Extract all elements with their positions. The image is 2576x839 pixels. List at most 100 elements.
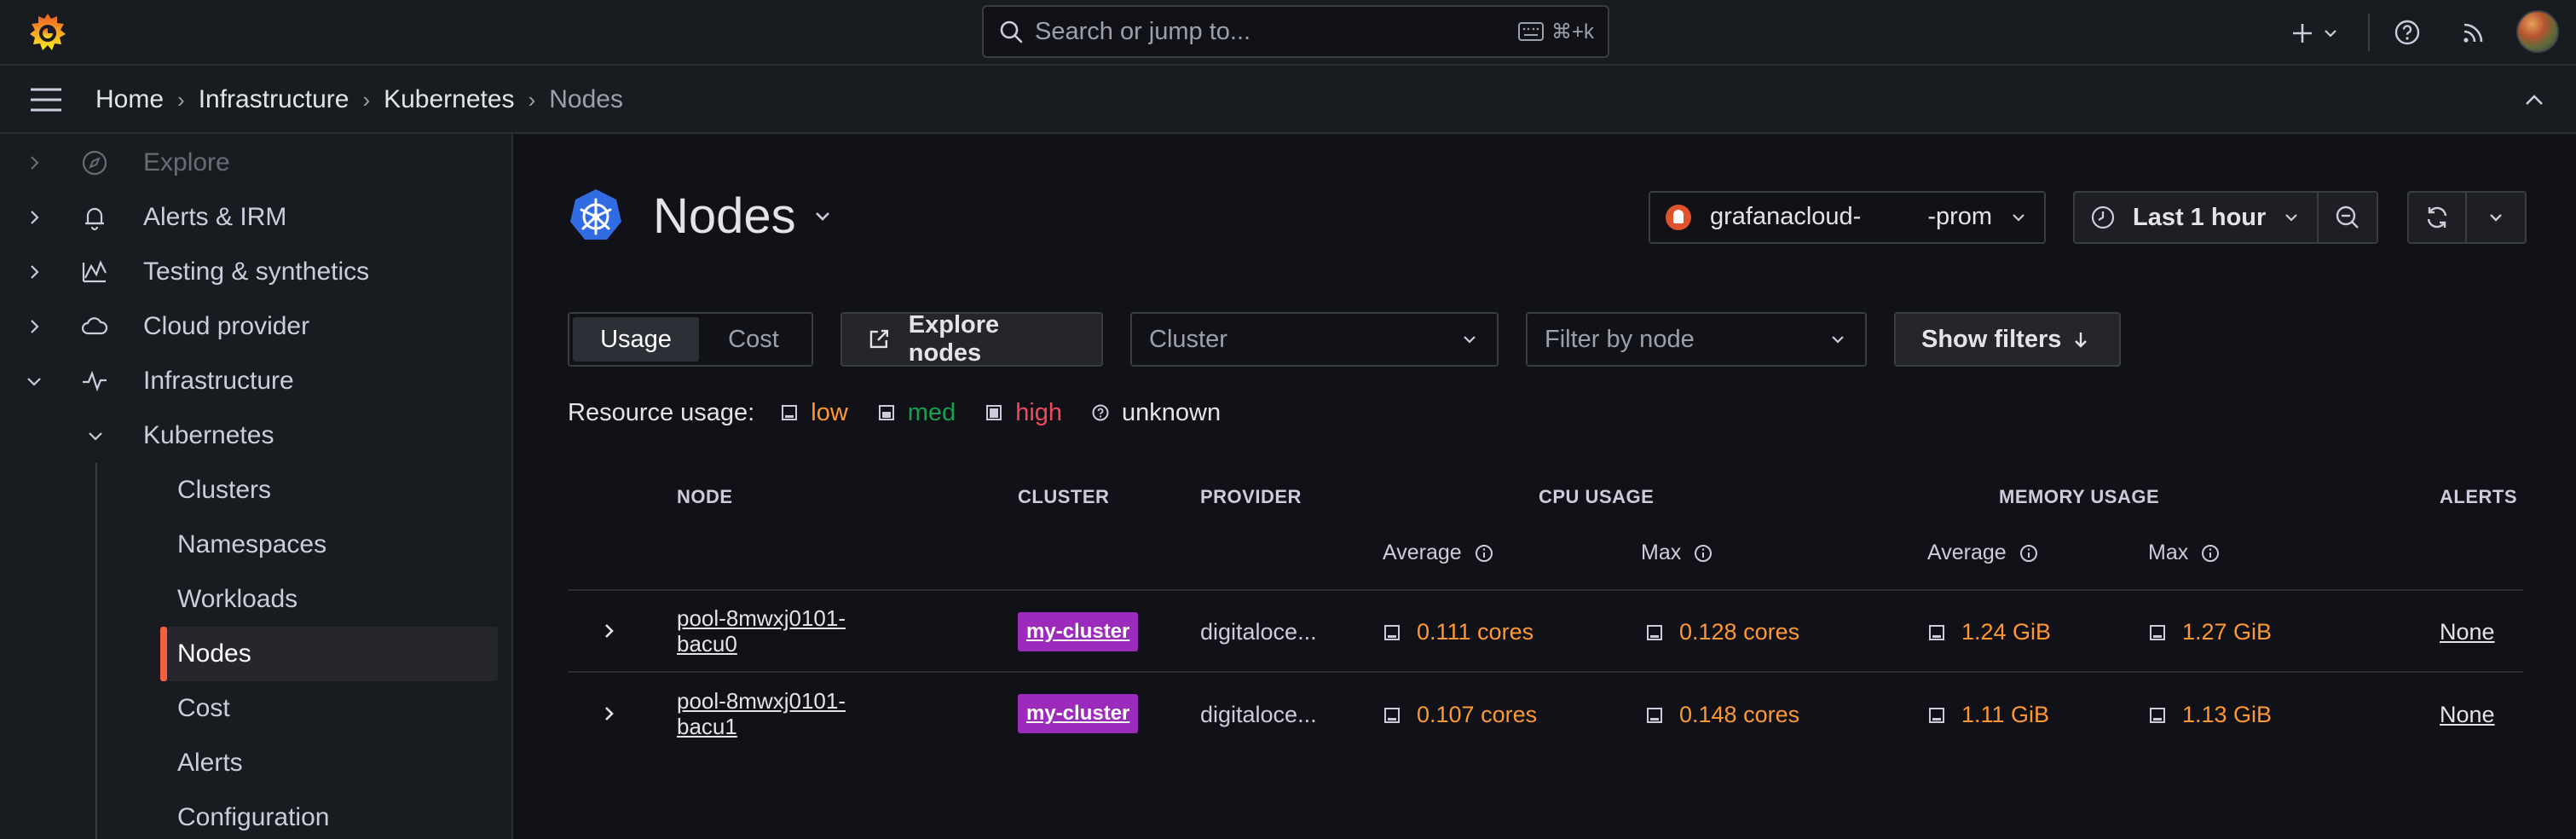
menu-icon[interactable] xyxy=(29,84,63,115)
subheader-cpu-average[interactable]: Average xyxy=(1383,541,1494,565)
sidebar-item-label: Alerts & IRM xyxy=(143,203,287,231)
datasource-picker[interactable]: grafanacloud- -prom xyxy=(1649,191,2046,244)
info-icon[interactable] xyxy=(2200,543,2221,564)
sidebar-item-cloud-provider[interactable]: Cloud provider xyxy=(0,299,511,354)
resource-usage-legend: Resource usage: low med high unknown xyxy=(568,396,1250,430)
sidebar-item-explore[interactable]: Explore xyxy=(0,136,511,190)
compass-icon xyxy=(82,150,107,176)
explore-nodes-label: Explore nodes xyxy=(908,311,1000,367)
metric-value: 1.24 GiB xyxy=(1961,619,2052,645)
breadcrumb-home[interactable]: Home xyxy=(95,85,164,114)
sidebar-item-namespaces[interactable]: Namespaces xyxy=(160,518,498,572)
gauge-low-icon xyxy=(782,405,798,420)
node-name-line: bacu0 xyxy=(677,631,737,657)
zoom-out-icon xyxy=(2336,205,2359,229)
node-filter-select[interactable]: Filter by node xyxy=(1526,312,1867,367)
gauge-med-icon xyxy=(878,405,894,420)
memory-max-cell: 1.13 GiB xyxy=(2148,702,2272,728)
chevron-down-icon[interactable] xyxy=(811,205,834,227)
sidebar-item-cost[interactable]: Cost xyxy=(160,681,498,736)
breadcrumb-infrastructure[interactable]: Infrastructure xyxy=(199,85,349,114)
sidebar-item-infrastructure[interactable]: Infrastructure xyxy=(0,354,511,408)
refresh-button[interactable] xyxy=(2407,191,2467,244)
gauge-low-icon xyxy=(2150,707,2165,723)
tree-guide-line xyxy=(95,463,97,839)
sidebar-item-configuration[interactable]: Configuration xyxy=(160,790,498,839)
time-range-picker: Last 1 hour xyxy=(2073,191,2378,244)
cpu-max-cell: 0.148 cores xyxy=(1645,702,1799,728)
synthetics-icon xyxy=(82,260,107,283)
column-header-alerts[interactable]: ALERTS xyxy=(2440,486,2517,508)
cpu-max-cell: 0.128 cores xyxy=(1645,619,1799,645)
alerts-link[interactable]: None xyxy=(2440,702,2495,728)
legend-title: Resource usage: xyxy=(568,398,755,426)
tab-cost[interactable]: Cost xyxy=(699,317,808,362)
subheader-cpu-max[interactable]: Max xyxy=(1641,541,1713,565)
provider-cell: digitaloce... xyxy=(1200,702,1317,727)
column-header-provider[interactable]: PROVIDER xyxy=(1200,486,1302,508)
page-title: Nodes xyxy=(653,188,796,244)
node-link[interactable]: pool-8mwxj0101- bacu0 xyxy=(677,605,881,657)
metric-value: 0.148 cores xyxy=(1679,702,1800,727)
legend-label: low xyxy=(811,398,848,426)
shortcut-label: ⌘+k xyxy=(1551,20,1594,43)
zoom-out-button[interactable] xyxy=(2319,191,2378,244)
sidebar-item-label: Cloud provider xyxy=(143,312,310,340)
sidebar-item-alerts[interactable]: Alerts xyxy=(160,736,498,790)
memory-average-cell: 1.11 GiB xyxy=(1927,702,2049,728)
info-icon[interactable] xyxy=(2019,543,2039,564)
explore-nodes-button[interactable]: Explore nodes xyxy=(840,311,1103,367)
tab-usage[interactable]: Usage xyxy=(573,317,699,362)
cluster-tag[interactable]: my-cluster xyxy=(1018,694,1139,733)
node-link[interactable]: pool-8mwxj0101- bacu1 xyxy=(677,688,881,739)
info-icon[interactable] xyxy=(1474,543,1494,564)
search-bar[interactable]: Search or jump to... ⌘+k xyxy=(982,5,1609,58)
info-icon[interactable] xyxy=(1693,543,1713,564)
cpu-average-cell: 0.107 cores xyxy=(1383,702,1537,728)
gauge-low-icon xyxy=(1929,624,1944,640)
show-filters-button[interactable]: Show filters xyxy=(1894,312,2121,367)
cluster-select-placeholder: Cluster xyxy=(1149,325,1227,353)
top-bar: Search or jump to... ⌘+k xyxy=(0,0,2576,66)
chevron-right-icon[interactable] xyxy=(598,621,619,641)
show-filters-label: Show filters xyxy=(1921,325,2062,353)
legend-label: high xyxy=(1015,398,1063,426)
sidebar-item-nodes[interactable]: Nodes xyxy=(160,627,498,681)
refresh-interval-button[interactable] xyxy=(2467,191,2527,244)
user-avatar[interactable] xyxy=(2516,10,2559,53)
news-feed-icon[interactable] xyxy=(2458,17,2489,48)
sidebar: Explore Alerts & IRM Testing & synthetic… xyxy=(0,134,513,839)
cluster-select[interactable]: Cluster xyxy=(1130,312,1499,367)
page-header: Nodes xyxy=(568,183,834,248)
sidebar-item-clusters[interactable]: Clusters xyxy=(160,463,498,518)
help-icon[interactable] xyxy=(2392,17,2423,48)
column-header-cluster[interactable]: CLUSTER xyxy=(1018,486,1109,508)
gauge-low-icon xyxy=(1384,707,1400,723)
cloud-icon xyxy=(81,317,108,335)
sidebar-item-alerts-irm[interactable]: Alerts & IRM xyxy=(0,190,511,245)
sidebar-item-testing[interactable]: Testing & synthetics xyxy=(0,245,511,299)
new-menu-button[interactable] xyxy=(2290,0,2339,66)
cluster-tag[interactable]: my-cluster xyxy=(1018,612,1139,651)
chevron-right-icon xyxy=(31,320,39,333)
chevron-right-icon xyxy=(31,265,39,279)
alerts-link[interactable]: None xyxy=(2440,619,2495,645)
column-header-node[interactable]: NODE xyxy=(677,486,733,508)
breadcrumb-kubernetes[interactable]: Kubernetes xyxy=(384,85,514,114)
node-filter-placeholder: Filter by node xyxy=(1545,325,1695,353)
metric-value: 1.27 GiB xyxy=(2182,619,2273,645)
sidebar-item-kubernetes[interactable]: Kubernetes xyxy=(0,408,511,463)
chevron-up-icon[interactable] xyxy=(2521,88,2547,113)
clock-icon xyxy=(2091,205,2115,229)
subheader-memory-max[interactable]: Max xyxy=(2148,541,2221,565)
time-range-button[interactable]: Last 1 hour xyxy=(2073,191,2319,244)
search-icon xyxy=(1000,20,1023,43)
breadcrumb-separator: › xyxy=(362,86,371,113)
kubernetes-icon xyxy=(570,189,621,240)
chevron-right-icon[interactable] xyxy=(598,703,619,724)
time-range-label: Last 1 hour xyxy=(2133,203,2267,231)
grafana-logo-icon[interactable] xyxy=(26,10,70,55)
sidebar-item-workloads[interactable]: Workloads xyxy=(160,572,498,627)
subheader-memory-average[interactable]: Average xyxy=(1927,541,2039,565)
arrow-down-icon xyxy=(2075,333,2088,348)
